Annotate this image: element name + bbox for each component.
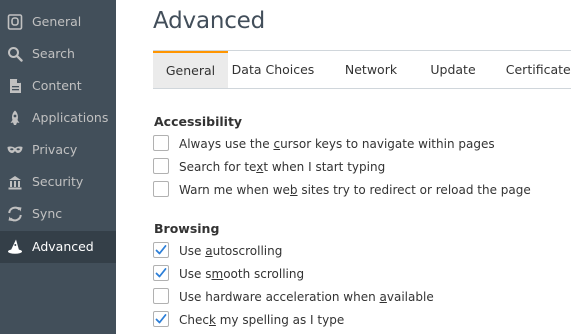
sidebar-item-label: Advanced (32, 239, 94, 254)
browsing-heading: Browsing (154, 221, 220, 236)
sidebar-item-security[interactable]: Security (0, 166, 116, 198)
advanced-wizard-hat-icon (7, 239, 23, 255)
option-smooth-scrolling[interactable]: Use smooth scrolling (153, 264, 563, 284)
option-label: Warn me when web sites try to redirect o… (179, 183, 531, 197)
checkbox[interactable] (153, 158, 169, 174)
accessibility-heading: Accessibility (154, 114, 243, 129)
checkmark-icon (155, 314, 167, 324)
sidebar-item-label: General (32, 14, 82, 29)
applications-icon (7, 110, 23, 126)
option-label: Use hardware acceleration when available (179, 290, 434, 304)
option-label: Check my spelling as I type (179, 313, 345, 327)
sidebar-item-label: Search (32, 46, 75, 61)
option-label: Use smooth scrolling (179, 267, 305, 281)
checkbox[interactable] (153, 288, 169, 304)
option-autoscrolling[interactable]: Use autoscrolling (153, 241, 563, 261)
option-cursor-keys[interactable]: Always use the cursor keys to navigate w… (153, 134, 563, 154)
sidebar-item-search[interactable]: Search (0, 38, 116, 70)
sidebar-item-label: Applications (32, 110, 109, 125)
sidebar-item-privacy[interactable]: Privacy (0, 134, 116, 166)
checkmark-icon (155, 268, 167, 278)
tab-data-choices[interactable]: Data Choices (228, 51, 318, 88)
checkbox[interactable] (153, 265, 169, 281)
privacy-mask-icon (7, 142, 23, 158)
sidebar-item-advanced[interactable]: Advanced (0, 231, 116, 263)
option-label: Always use the cursor keys to navigate w… (179, 137, 495, 151)
sidebar-item-applications[interactable]: Applications (0, 102, 116, 134)
checkmark-icon (155, 245, 167, 255)
sidebar-item-content[interactable]: Content (0, 70, 116, 102)
tab-certificates[interactable]: Certificates (494, 51, 571, 88)
checkbox[interactable] (153, 135, 169, 151)
sync-icon (7, 206, 23, 222)
option-hardware-acceleration[interactable]: Use hardware acceleration when available (153, 287, 563, 307)
sidebar-item-label: Sync (32, 206, 63, 221)
option-label: Use autoscrolling (179, 244, 283, 258)
search-icon (7, 46, 23, 62)
option-warn-redirect[interactable]: Warn me when web sites try to redirect o… (153, 180, 563, 200)
checkbox[interactable] (153, 311, 169, 327)
option-spell-check[interactable]: Check my spelling as I type (153, 310, 563, 330)
tab-bar: General Data Choices Network Update Cert… (153, 51, 571, 88)
sidebar-item-label: Security (32, 174, 84, 189)
general-icon (7, 14, 23, 30)
main-content: Advanced General Data Choices Network Up… (116, 0, 571, 334)
content-icon (7, 78, 23, 94)
sidebar-item-general[interactable]: General (0, 6, 116, 38)
checkbox[interactable] (153, 181, 169, 197)
option-search-text[interactable]: Search for text when I start typing (153, 157, 563, 177)
security-icon (7, 174, 23, 190)
tabs-divider (153, 88, 571, 89)
checkbox[interactable] (153, 242, 169, 258)
sidebar-item-label: Content (32, 78, 82, 93)
tab-network[interactable]: Network (331, 51, 411, 88)
option-label: Search for text when I start typing (179, 160, 386, 174)
sidebar: General Search Content Applications Priv… (0, 0, 116, 334)
preferences-window: General Search Content Applications Priv… (0, 0, 571, 334)
tab-general[interactable]: General (153, 51, 228, 88)
sidebar-item-label: Privacy (32, 142, 78, 157)
tab-update[interactable]: Update (413, 51, 493, 88)
sidebar-item-sync[interactable]: Sync (0, 198, 116, 230)
page-title: Advanced (153, 8, 266, 34)
